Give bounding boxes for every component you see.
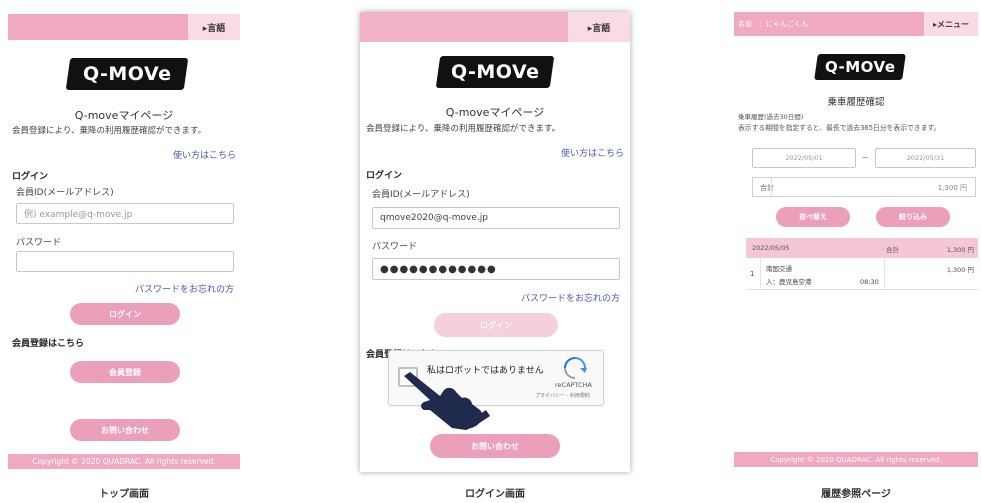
login-heading: ログイン	[366, 171, 403, 181]
member-id-input[interactable]: qmove2020@q-move.jp	[372, 207, 620, 229]
caption-history: 履歴参照ページ	[821, 489, 891, 500]
language-button[interactable]: ▸言語	[188, 14, 240, 40]
total-value: 1,300 円	[937, 184, 967, 192]
row-date: 2022/05/05	[752, 244, 790, 252]
item-company: 南国交通	[766, 265, 792, 273]
login-heading: ログイン	[12, 172, 49, 182]
password-input[interactable]	[16, 251, 234, 272]
recaptcha-brand: reCAPTCHA	[555, 381, 592, 389]
date-separator: ~	[862, 153, 869, 162]
item-fare: 1,300 円	[946, 266, 974, 274]
item-time: 08:30	[860, 278, 879, 286]
language-button[interactable]: ▸言語	[568, 12, 630, 42]
register-button[interactable]: 会員登録	[70, 361, 180, 383]
login-screen: ▸言語 Q-MOVe Q-moveマイページ 会員登録により、乗降の利用履歴確認…	[360, 12, 630, 472]
contact-button[interactable]: お問い合わせ	[430, 434, 560, 458]
user-name-label: 名前 ：にゃんごくん	[738, 20, 808, 28]
page-title: Q-moveマイページ	[74, 109, 174, 122]
recaptcha-logo-icon	[563, 357, 587, 379]
row-total-label: 合計	[886, 246, 899, 254]
footer-copyright: Copyright © 2020 QUADRAC. All rights res…	[734, 452, 978, 467]
page-subtitle: 会員登録により、乗降の利用履歴確認ができます。	[366, 124, 561, 134]
page-title: Q-moveマイページ	[445, 106, 545, 119]
filter-button[interactable]: 絞り込み	[876, 207, 950, 227]
top-screen: ▸言語 Q-MOVe Q-moveマイページ 会員登録により、乗降の利用履歴確認…	[8, 14, 240, 469]
footer-copyright: Copyright © 2020 QUADRAC. All rights res…	[8, 454, 240, 469]
login-button[interactable]: ログイン	[70, 303, 180, 325]
item-number: 1	[750, 270, 755, 278]
row-total-value: 1,300 円	[946, 246, 974, 254]
qmove-logo: Q-MOVe	[435, 56, 555, 88]
caption-login: ログイン画面	[465, 489, 525, 500]
date-from-input[interactable]: 2022/05/01	[752, 148, 856, 168]
password-label: パスワード	[372, 242, 418, 252]
forgot-password-link[interactable]: パスワードをお忘れの方	[521, 291, 620, 304]
recaptcha-links[interactable]: プライバシー - 利用規約	[535, 392, 590, 399]
register-heading: 会員登録はこちら	[12, 339, 85, 349]
howto-link[interactable]: 使い方はこちら	[561, 146, 624, 159]
period-note: 乗車履歴(過去30日間)	[738, 113, 804, 121]
history-date-row: 2022/05/05 合計 1,300 円	[746, 238, 978, 258]
period-description: 表示する期間を指定すると、最長で過去365日分を表示できます。	[738, 124, 941, 132]
pointing-hand-icon	[400, 370, 490, 432]
menu-button[interactable]: ▸メニュー	[924, 12, 978, 36]
total-box: 合計 1,300 円	[752, 177, 976, 197]
history-screen: 名前 ：にゃんごくん ▸メニュー Q-MOVe 乗車履歴確認 乗車履歴(過去30…	[734, 12, 978, 467]
qmove-logo: Q-MOVe	[814, 54, 906, 80]
login-button-disabled[interactable]: ログイン	[434, 313, 558, 337]
password-label: パスワード	[16, 238, 62, 248]
caption-top: トップ画面	[99, 489, 149, 500]
date-to-input[interactable]: 2022/05/31	[875, 148, 976, 168]
contact-button[interactable]: お問い合わせ	[70, 419, 180, 441]
member-id-label: 会員ID(メールアドレス)	[372, 190, 470, 200]
item-stop: 入：鹿児島空港	[766, 278, 812, 286]
password-input[interactable]: ●●●●●●●●●●●●	[372, 258, 620, 280]
qmove-logo: Q-MOVe	[65, 58, 189, 90]
member-id-label: 会員ID(メールアドレス)	[16, 188, 114, 198]
history-item[interactable]: 1 南国交通 入：鹿児島空港 08:30 1,300 円	[746, 258, 978, 290]
member-id-input[interactable]: 例) example@q-move.jp	[16, 203, 234, 224]
forgot-password-link[interactable]: パスワードをお忘れの方	[135, 282, 234, 295]
page-title: 乗車履歴確認	[827, 97, 885, 108]
howto-link[interactable]: 使い方はこちら	[173, 148, 236, 161]
sort-button[interactable]: 並べ替え	[776, 207, 850, 227]
page-subtitle: 会員登録により、乗降の利用履歴確認ができます。	[12, 126, 207, 136]
